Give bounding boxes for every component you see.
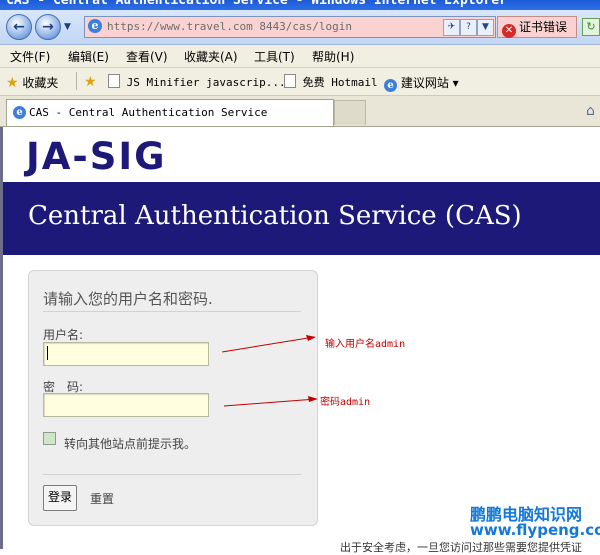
window-title-bar: CAS - Central Authentication Service - W… bbox=[0, 0, 600, 10]
ie-icon: e bbox=[384, 79, 397, 92]
back-button[interactable]: ← bbox=[6, 14, 32, 40]
favorites-star-icon: ★ bbox=[6, 75, 19, 91]
address-url[interactable]: https://www.travel.com 8443/cas/login bbox=[107, 20, 352, 33]
fav-link-label: 免费 Hotmail bbox=[302, 76, 378, 89]
menu-view[interactable]: 查看(V) bbox=[126, 48, 168, 65]
address-dropdown-icon[interactable]: ▼ bbox=[477, 19, 494, 36]
menu-bar: 文件(F) 编辑(E) 查看(V) 收藏夹(A) 工具(T) 帮助(H) bbox=[0, 45, 600, 68]
menu-tools[interactable]: 工具(T) bbox=[254, 48, 295, 65]
menu-edit[interactable]: 编辑(E) bbox=[68, 48, 109, 65]
fav-link-js-minifier[interactable]: JS Minifier javascrip... bbox=[108, 74, 286, 89]
window-title: CAS - Central Authentication Service - W… bbox=[6, 0, 507, 8]
tab-label: CAS - Central Authentication Service bbox=[29, 106, 268, 119]
home-icon[interactable]: ⌂ bbox=[586, 103, 595, 119]
forward-button[interactable]: → bbox=[35, 14, 61, 40]
menu-favorites[interactable]: 收藏夹(A) bbox=[184, 48, 238, 65]
new-tab-button[interactable] bbox=[334, 100, 366, 125]
ie-tab-icon: e bbox=[13, 106, 26, 119]
address-bar[interactable]: e https://www.travel.com 8443/cas/login … bbox=[84, 16, 496, 38]
fav-link-label: 建议网站 bbox=[400, 76, 449, 90]
add-favorite-icon[interactable]: ★ bbox=[84, 74, 97, 90]
ie-page-icon: e bbox=[88, 19, 102, 33]
help-icon[interactable]: ? bbox=[460, 19, 477, 36]
certificate-error-button[interactable]: ✕ 证书错误 bbox=[497, 16, 577, 38]
annotation-arrows bbox=[221, 335, 318, 407]
tab-bar: e CAS - Central Authentication Service bbox=[0, 96, 600, 127]
menu-help[interactable]: 帮助(H) bbox=[312, 48, 354, 65]
address-toolbar: ← → ▼ e https://www.travel.com 8443/cas/… bbox=[0, 10, 600, 45]
menu-file[interactable]: 文件(F) bbox=[10, 48, 50, 65]
password-annotation: 密码admin bbox=[320, 397, 371, 408]
fav-link-hotmail[interactable]: 免费 Hotmail bbox=[284, 74, 378, 90]
history-dropdown-icon[interactable]: ▼ bbox=[64, 22, 71, 32]
watermark-url: www.flypeng.com bbox=[470, 521, 600, 539]
favorites-separator bbox=[76, 72, 77, 90]
compat-view-icon[interactable]: ✈ bbox=[443, 19, 460, 36]
refresh-icon[interactable]: ↻ bbox=[582, 18, 600, 36]
cert-error-label: 证书错误 bbox=[519, 20, 568, 34]
chevron-down-icon: ▾ bbox=[452, 76, 459, 90]
tab-cas[interactable]: e CAS - Central Authentication Service bbox=[6, 99, 334, 126]
favorites-label: 收藏夹 bbox=[22, 76, 59, 90]
username-annotation: 输入用户名admin bbox=[325, 339, 406, 350]
footer-security-text: 出于安全考虑，一旦您访问过那些需要您提供凭证 bbox=[340, 541, 582, 554]
page-icon bbox=[284, 74, 296, 88]
error-icon: ✕ bbox=[502, 24, 516, 38]
fav-link-label: JS Minifier javascrip... bbox=[126, 76, 286, 89]
favorites-button[interactable]: ★ 收藏夹 bbox=[6, 74, 58, 91]
favorites-bar: ★ 收藏夹 ★ JS Minifier javascrip... 免费 Hotm… bbox=[0, 68, 600, 96]
page-content: JA-SIG Central Authentication Service (C… bbox=[0, 127, 600, 554]
page-icon bbox=[108, 74, 120, 88]
fav-link-suggested-sites[interactable]: e 建议网站 ▾ bbox=[384, 74, 459, 92]
